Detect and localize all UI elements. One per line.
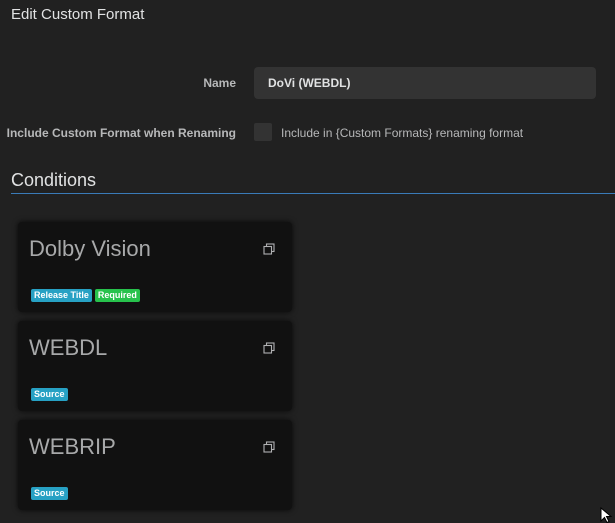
conditions-section-title: Conditions [11,170,97,190]
condition-title: Dolby Vision [29,236,151,261]
copy-icon[interactable] [263,341,275,354]
include-renaming-checkbox[interactable] [254,123,272,141]
name-label: Name [203,76,236,90]
condition-card[interactable]: WEBRIP Source [18,420,292,510]
condition-tags: Release Title Required [31,289,140,302]
section-divider [11,193,615,194]
tag-source: Source [31,388,68,401]
include-renaming-help: Include in {Custom Formats} renaming for… [281,126,524,140]
tag-required: Required [94,289,140,302]
copy-icon[interactable] [263,440,275,453]
condition-card[interactable]: WEBDL Source [18,321,292,411]
copy-icon[interactable] [263,242,275,255]
condition-title: WEBDL [29,335,108,360]
tag-release-title: Release Title [31,289,92,302]
modal-title: Edit Custom Format [11,6,145,23]
mouse-pointer-icon [600,506,614,523]
condition-tags: Source [31,487,68,500]
condition-tags: Source [31,388,68,401]
conditions-list: Dolby Vision Release Title Required WEBD… [18,222,292,519]
condition-card[interactable]: Dolby Vision Release Title Required [18,222,292,312]
name-input[interactable]: DoVi (WEBDL) [254,67,596,99]
include-renaming-label: Include Custom Format when Renaming [6,126,236,140]
tag-source: Source [31,487,68,500]
condition-title: WEBRIP [29,434,116,459]
